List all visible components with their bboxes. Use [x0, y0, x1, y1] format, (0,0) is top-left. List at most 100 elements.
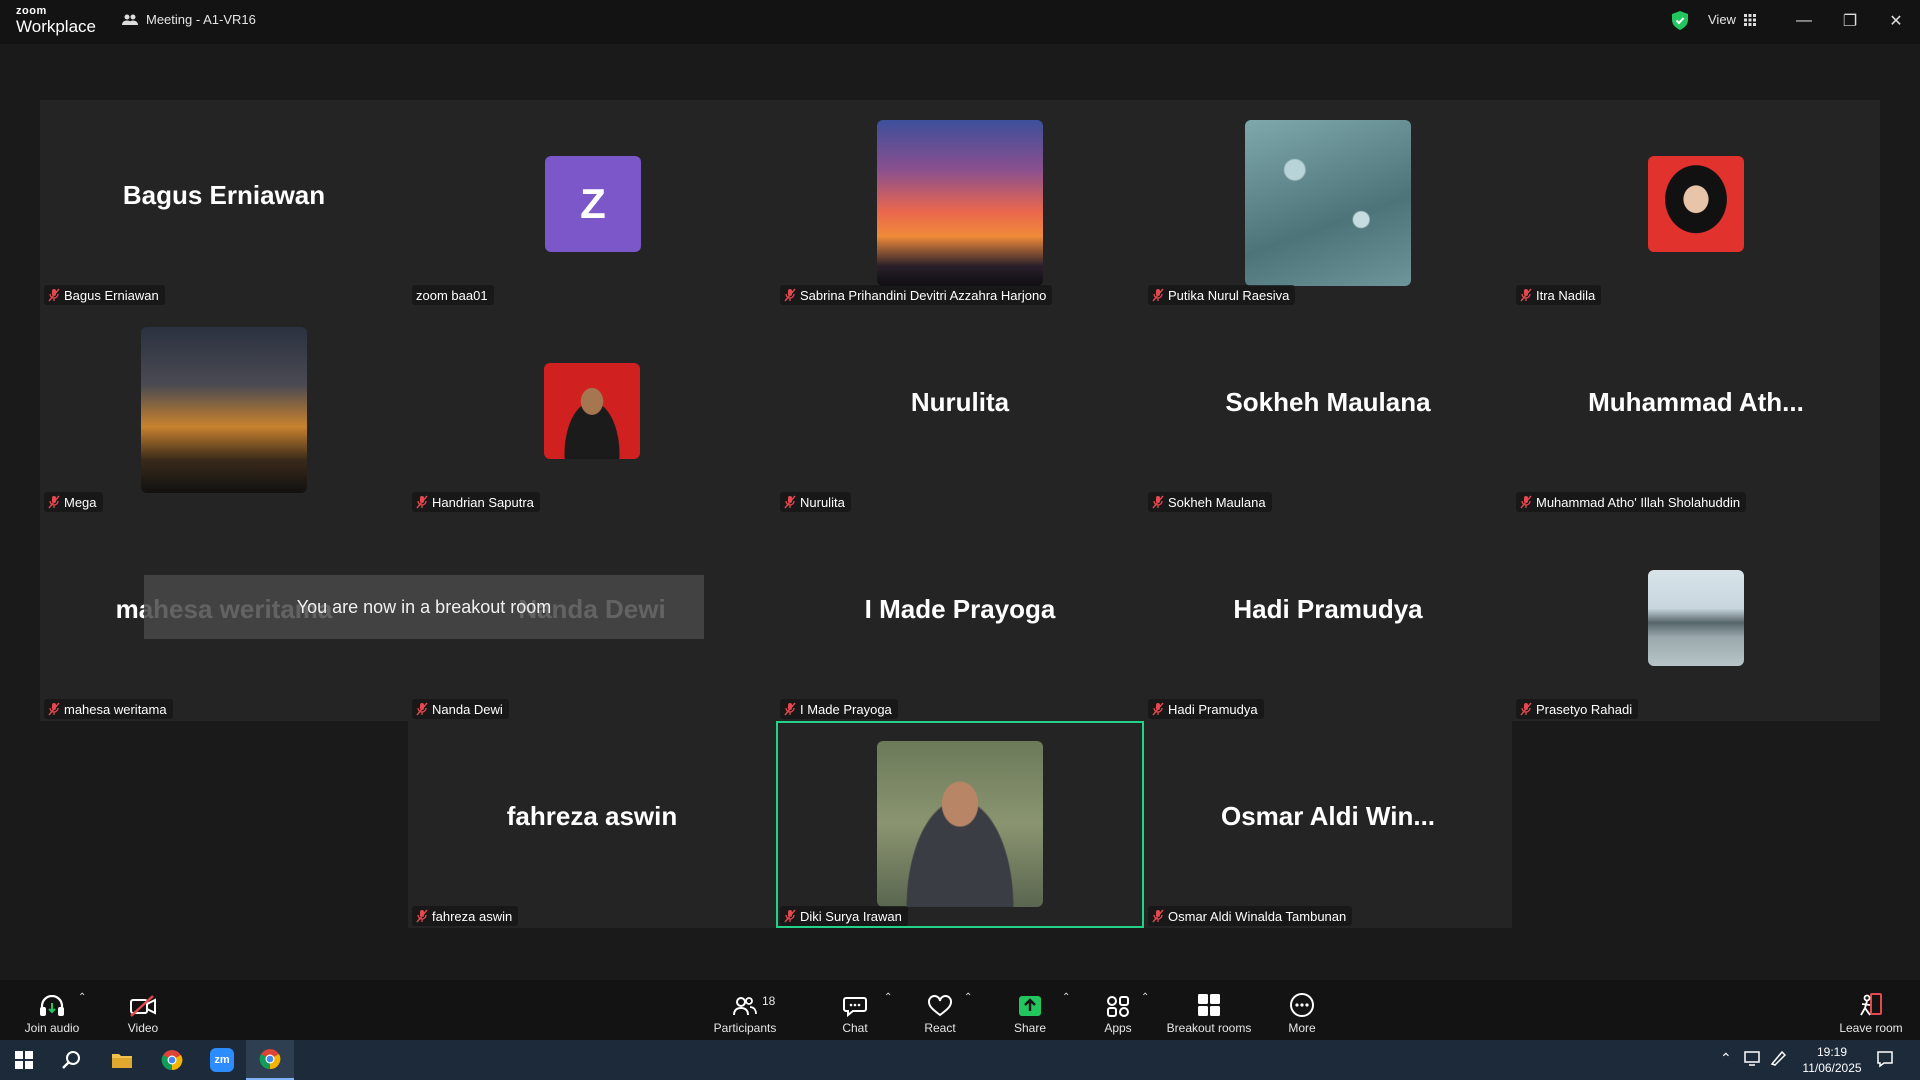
join-audio-label: Join audio: [24, 1021, 80, 1035]
participants-icon: [733, 997, 757, 1016]
restore-icon[interactable]: ❐: [1836, 8, 1864, 34]
join-audio-button[interactable]: Join audio: [20, 980, 84, 1040]
muted-mic-icon: [1152, 495, 1164, 509]
profile-picture: [877, 120, 1043, 286]
view-button[interactable]: View: [1708, 12, 1756, 27]
clock-time: 19:19: [1816, 1045, 1848, 1059]
participant-nameplate: Diki Surya Irawan: [780, 906, 908, 926]
video-tile[interactable]: fahreza aswin fahreza aswin: [408, 721, 776, 928]
windows-start-icon[interactable]: [0, 1040, 48, 1080]
participant-name: Handrian Saputra: [432, 494, 534, 510]
participant-nameplate: Nanda Dewi: [412, 699, 509, 719]
participant-nameplate: fahreza aswin: [412, 906, 519, 926]
muted-mic-icon: [416, 702, 428, 716]
pen-icon[interactable]: [1770, 1050, 1788, 1070]
participant-name: Mega: [64, 494, 97, 510]
video-tile[interactable]: Nurulita Nurulita: [776, 307, 1144, 514]
react-button[interactable]: React: [920, 980, 960, 1040]
video-tile[interactable]: Itra Nadila: [1512, 100, 1880, 307]
leave-room-button[interactable]: Leave room: [1838, 980, 1904, 1040]
video-tile[interactable]: Bagus Erniawan Bagus Erniawan: [40, 100, 408, 307]
video-tile[interactable]: I Made Prayoga I Made Prayoga: [776, 514, 1144, 721]
notifications-icon[interactable]: [1876, 1050, 1894, 1072]
video-tile[interactable]: Osmar Aldi Win... Osmar Aldi Winalda Tamb…: [1144, 721, 1512, 928]
participant-nameplate: Sabrina Prihandini Devitri Azzahra Harjo…: [780, 285, 1053, 305]
share-button[interactable]: Share: [1010, 980, 1050, 1040]
video-off-icon: [130, 995, 156, 1017]
muted-mic-icon: [416, 909, 428, 923]
profile-picture: [1648, 570, 1744, 666]
participant-name: Putika Nurul Raesiva: [1168, 287, 1290, 303]
participant-nameplate: Putika Nurul Raesiva: [1148, 285, 1296, 305]
zoom-workplace-logo: zoom Workplace: [16, 5, 96, 36]
breakout-rooms-label: Breakout rooms: [1166, 1021, 1252, 1035]
chat-icon: [843, 997, 867, 1017]
participant-name: Itra Nadila: [1536, 287, 1596, 303]
audio-options-chevron-icon[interactable]: ⌃: [78, 992, 86, 1003]
headphones-icon: [40, 995, 64, 1016]
more-button[interactable]: More: [1282, 980, 1322, 1040]
video-tile[interactable]: Mega: [40, 307, 408, 514]
profile-picture: [141, 327, 307, 493]
participant-name: zoom baa01: [416, 287, 488, 303]
participant-nameplate: Hadi Pramudya: [1148, 699, 1264, 719]
network-icon[interactable]: [1744, 1050, 1762, 1070]
participant-display-name: Nurulita: [910, 387, 1010, 417]
participant-name: fahreza aswin: [432, 908, 513, 924]
participant-nameplate: Muhammad Atho' Illah Sholahuddin: [1516, 492, 1747, 512]
close-icon[interactable]: ✕: [1882, 8, 1910, 34]
react-options-chevron-icon[interactable]: ⌃: [964, 992, 972, 1003]
participant-nameplate: zoom baa01: [412, 285, 494, 305]
participant-nameplate: Sokheh Maulana: [1148, 492, 1272, 512]
tray-chevron-icon[interactable]: ⌃: [1720, 1050, 1732, 1066]
participant-name: Nurulita: [800, 494, 845, 510]
view-label: View: [1708, 12, 1736, 27]
meeting-toolbar: Join audio ⌃ Video Participants 18 Chat …: [0, 980, 1920, 1040]
file-explorer-icon[interactable]: [98, 1040, 146, 1080]
video-tile[interactable]: Prasetyo Rahadi: [1512, 514, 1880, 721]
video-tile[interactable]: Zzoom baa01: [408, 100, 776, 307]
video-tile[interactable]: Sabrina Prihandini Devitri Azzahra Harjo…: [776, 100, 1144, 307]
muted-mic-icon: [1152, 909, 1164, 923]
share-screen-icon: [1019, 996, 1041, 1016]
clock[interactable]: 19:19 11/06/2025: [1800, 1044, 1864, 1076]
video-tile[interactable]: Putika Nurul Raesiva: [1144, 100, 1512, 307]
chat-options-chevron-icon[interactable]: ⌃: [884, 992, 892, 1003]
encryption-shield-icon[interactable]: [1672, 11, 1688, 30]
video-tile[interactable]: Sokheh Maulana Sokheh Maulana: [1144, 307, 1512, 514]
participant-name: Osmar Aldi Winalda Tambunan: [1168, 908, 1347, 924]
chat-button[interactable]: Chat: [835, 980, 875, 1040]
participant-display-name: Osmar Aldi Win...: [1220, 801, 1436, 831]
profile-picture: [544, 363, 640, 459]
participants-button[interactable]: Participants: [712, 980, 778, 1040]
muted-mic-icon: [1520, 288, 1532, 302]
share-label: Share: [1013, 1021, 1047, 1035]
video-button[interactable]: Video: [118, 980, 168, 1040]
participant-display-name: Hadi Pramudya: [1233, 594, 1423, 624]
zoom-app-icon[interactable]: zm: [198, 1040, 246, 1080]
minimize-icon[interactable]: —: [1790, 8, 1818, 34]
meeting-info[interactable]: Meeting - A1-VR16: [122, 12, 256, 27]
participants-label: Participants: [713, 1021, 777, 1035]
search-icon[interactable]: [48, 1040, 96, 1080]
participant-initial-avatar: Z: [545, 156, 641, 252]
leave-room-icon: [1860, 993, 1882, 1016]
brand-line1: zoom: [16, 5, 47, 17]
video-tile[interactable]: Hadi Pramudya Hadi Pramudya: [1144, 514, 1512, 721]
chrome-icon[interactable]: [148, 1040, 196, 1080]
apps-button[interactable]: Apps: [1100, 980, 1136, 1040]
muted-mic-icon: [784, 702, 796, 716]
chrome-active-window-icon[interactable]: [246, 1040, 294, 1080]
participant-name: Nanda Dewi: [432, 701, 503, 717]
apps-options-chevron-icon[interactable]: ⌃: [1141, 992, 1149, 1003]
video-tile[interactable]: Muhammad Ath... Muhammad Atho' Illah Shol…: [1512, 307, 1880, 514]
profile-picture: [877, 741, 1043, 907]
heart-icon: [928, 995, 952, 1017]
participant-name: Muhammad Atho' Illah Sholahuddin: [1536, 494, 1741, 510]
video-tile[interactable]: Diki Surya Irawan: [776, 721, 1144, 928]
participant-name: Hadi Pramudya: [1168, 701, 1258, 717]
participant-nameplate: mahesa weritama: [44, 699, 173, 719]
breakout-rooms-button[interactable]: Breakout rooms: [1166, 980, 1252, 1040]
share-options-chevron-icon[interactable]: ⌃: [1062, 992, 1070, 1003]
video-tile[interactable]: Handrian Saputra: [408, 307, 776, 514]
